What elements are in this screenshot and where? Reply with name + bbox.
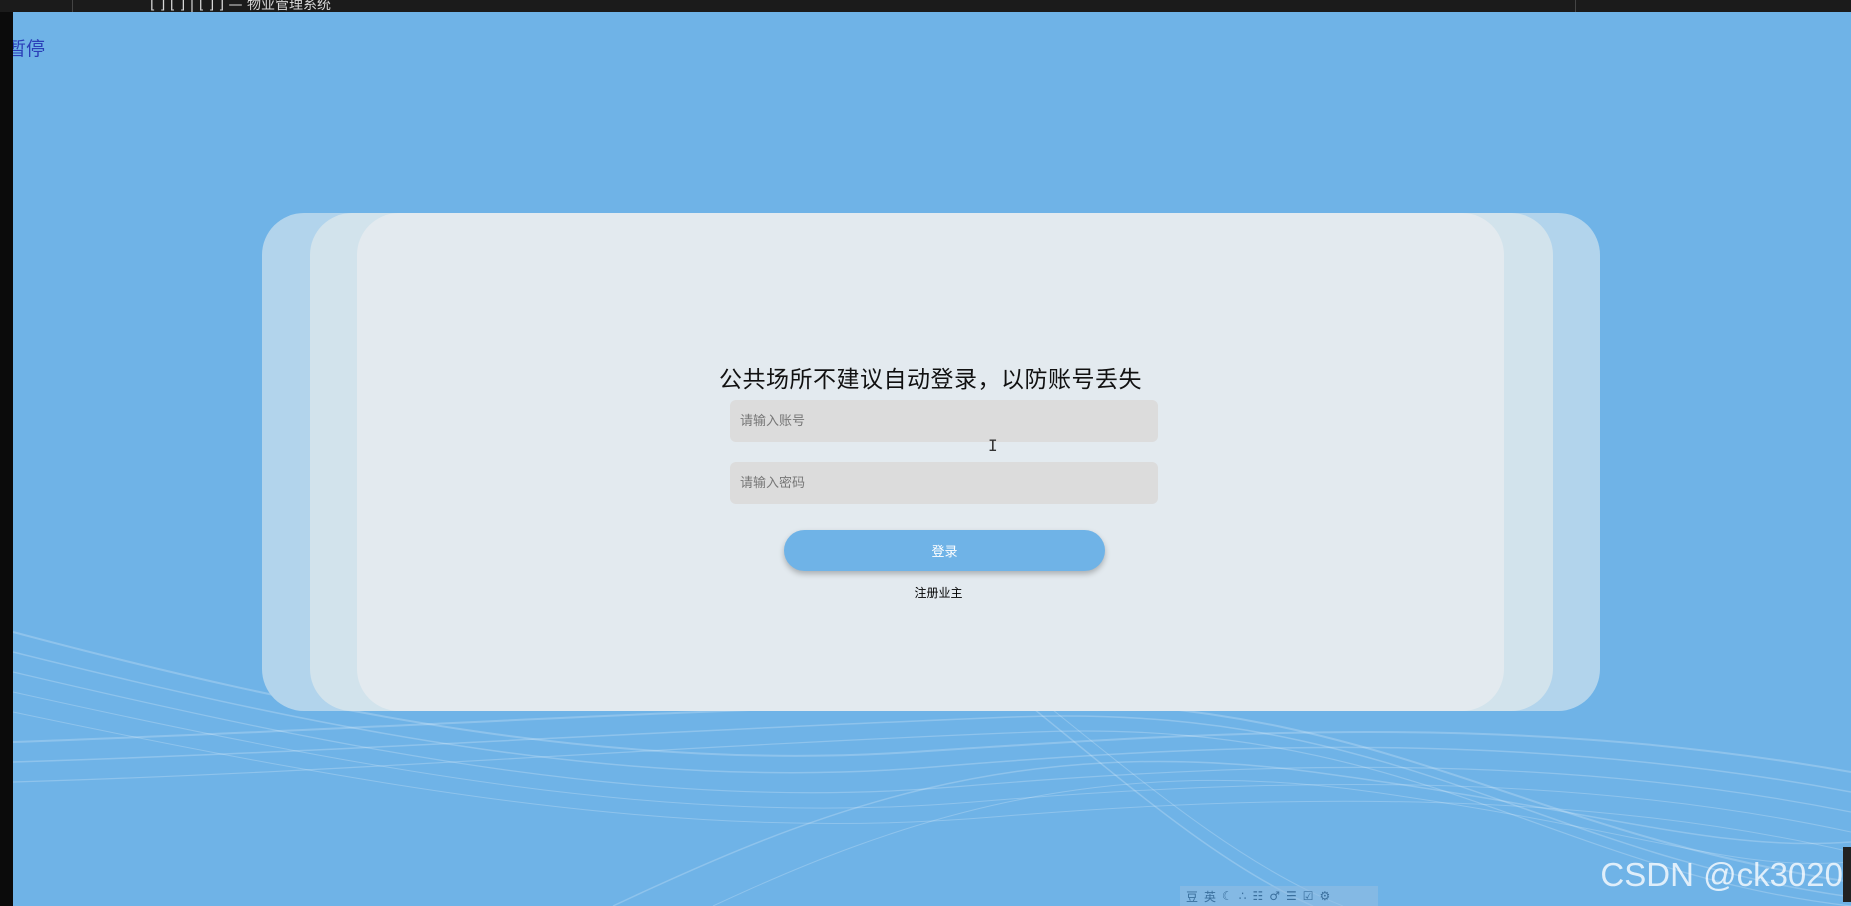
register-owner-link[interactable]: 注册业主 <box>357 584 1504 601</box>
ime-logo-icon[interactable]: 豆 <box>1186 888 1198 905</box>
scrollbar-handle[interactable] <box>1843 847 1851 902</box>
ime-moon-icon[interactable]: ☾ <box>1222 889 1233 903</box>
login-page: 暂停 公共场所不建议自动登录，以防账号丢失 登录 注册业主 I CSDN @ck… <box>13 12 1851 906</box>
ime-keyboard-icon[interactable]: ☷ <box>1252 889 1263 903</box>
watermark: CSDN @ck3020 <box>1600 856 1843 893</box>
left-edge <box>0 12 13 906</box>
password-input[interactable] <box>730 462 1158 504</box>
ime-skin-icon[interactable]: ☑ <box>1303 889 1314 903</box>
ime-settings-icon[interactable]: ⚙ <box>1320 889 1331 903</box>
ime-punctuation-icon[interactable]: ∴ <box>1239 889 1247 903</box>
ime-user-icon[interactable]: ♂ <box>1269 889 1280 903</box>
login-title: 公共场所不建议自动登录，以防账号丢失 <box>719 367 1142 393</box>
corner-label: 暂停 <box>13 38 46 60</box>
title-bar-segment[interactable] <box>1455 0 1576 12</box>
ime-language-icon[interactable]: 英 <box>1204 888 1216 905</box>
ime-grid-icon[interactable]: ☰ <box>1286 889 1297 903</box>
account-input[interactable] <box>730 400 1158 442</box>
login-card: 公共场所不建议自动登录，以防账号丢失 登录 注册业主 I <box>357 213 1504 711</box>
ime-toolbar[interactable]: 豆 英 ☾ ∴ ☷ ♂ ☰ ☑ ⚙ <box>1180 886 1378 906</box>
login-button[interactable]: 登录 <box>784 530 1105 571</box>
text-cursor-icon: I <box>988 436 998 455</box>
title-bar-segment[interactable] <box>0 0 73 12</box>
